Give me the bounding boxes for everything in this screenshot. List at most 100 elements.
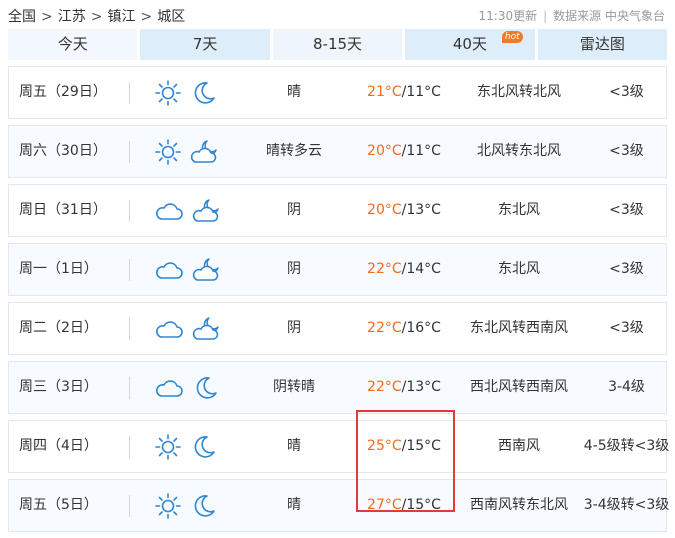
day-label: 周日（31日） — [19, 202, 107, 218]
wind-level: 4-5级转<3级 — [583, 438, 670, 454]
breadcrumb: 全国 > 江苏 > 镇江 > 城区 — [8, 6, 185, 26]
cloud-icon — [154, 374, 184, 402]
tab-8-15-days[interactable]: 8-15天 — [272, 29, 403, 60]
forecast-row: 周一（1日） 阴 22°C/14°C 东北风 <3级 — [8, 243, 667, 296]
weather-description: 晴 — [287, 438, 301, 454]
wind-level: 3-4级转<3级 — [583, 497, 670, 513]
weather-icons — [154, 126, 234, 177]
divider — [129, 377, 130, 399]
forecast-row: 周五（29日） 晴 21°C/11°C 东北风转北风 <3级 — [8, 66, 667, 119]
weather-description: 阴 — [287, 202, 301, 218]
wind-level: <3级 — [609, 143, 644, 159]
weather-description: 阴转晴 — [273, 379, 315, 395]
wind-level: <3级 — [609, 202, 644, 218]
forecast-row: 周二（2日） 阴 22°C/16°C 东北风转西南风 <3级 — [8, 302, 667, 355]
high-temperature: 22°C — [367, 261, 402, 277]
temperature-range: 22°C/14°C — [349, 244, 459, 295]
breadcrumb-separator: > — [140, 9, 153, 25]
low-temperature: /16°C — [401, 320, 441, 336]
temperature-range: 21°C/11°C — [349, 67, 459, 118]
forecast-tabs: 今天 7天 8-15天 40天 hot 雷达图 — [8, 29, 668, 60]
divider — [129, 82, 130, 104]
high-temperature: 20°C — [367, 143, 402, 159]
breadcrumb-item-district: 城区 — [157, 9, 186, 25]
forecast-row: 周三（3日） 阴转晴 22°C/13°C 西北风转西南风 3-4级 — [8, 361, 667, 414]
divider — [129, 141, 130, 163]
tab-40-days[interactable]: 40天 hot — [405, 29, 535, 60]
wind-direction: 西北风转西南风 — [470, 379, 568, 395]
weather-icons — [154, 362, 234, 413]
cloud-moon-icon — [192, 197, 222, 225]
weather-icons — [154, 185, 234, 236]
wind-direction: 东北风 — [498, 202, 540, 218]
high-temperature: 21°C — [367, 84, 402, 100]
cloud-moon-icon — [192, 315, 222, 343]
cloud-icon — [154, 197, 184, 225]
weather-icons — [154, 480, 234, 531]
cloud-icon — [154, 256, 184, 284]
breadcrumb-separator: > — [41, 9, 53, 25]
high-temperature: 22°C — [367, 320, 402, 336]
moon-icon — [192, 374, 220, 402]
low-temperature: /11°C — [401, 84, 441, 100]
day-label: 周二（2日） — [19, 320, 98, 336]
weather-description: 阴 — [287, 320, 301, 336]
temperature-range: 20°C/11°C — [349, 126, 459, 177]
wind-direction: 东北风转北风 — [477, 84, 561, 100]
breadcrumb-item-city[interactable]: 镇江 — [107, 9, 135, 25]
moon-icon — [190, 79, 218, 107]
weather-icons — [154, 67, 234, 118]
tab-radar[interactable]: 雷达图 — [537, 29, 668, 60]
cloud-moon-icon — [192, 256, 222, 284]
cloud-icon — [154, 315, 184, 343]
low-temperature: /13°C — [401, 379, 441, 395]
update-info: 11:30更新 | 数据来源 中央气象台 — [479, 7, 665, 24]
weather-description: 晴 — [287, 497, 301, 513]
tab-7-days[interactable]: 7天 — [140, 29, 270, 60]
divider — [129, 495, 130, 517]
day-label: 周五（5日） — [19, 497, 98, 513]
temperature-highlight-box — [356, 410, 455, 512]
wind-level: <3级 — [609, 84, 644, 100]
divider — [129, 318, 130, 340]
tab-40-days-label: 40天 — [452, 35, 487, 53]
forecast-row: 周五（5日）晴 27°C/15°C 西南风转东北风 3-4级转<3级 — [8, 479, 669, 532]
forecast-row: 周六（30日） 晴转多云 20°C/11°C 北风转东北风 <3级 — [8, 125, 667, 178]
wind-direction: 北风转东北风 — [477, 143, 561, 159]
wind-level: <3级 — [609, 261, 644, 277]
update-time: 11:30更新 — [478, 9, 538, 23]
wind-level: 3-4级 — [608, 379, 645, 395]
breadcrumb-item-country[interactable]: 全国 — [8, 9, 36, 25]
weather-icons — [154, 303, 234, 354]
day-label: 周四（4日） — [19, 438, 98, 454]
weather-icons — [154, 244, 234, 295]
top-bar: 全国 > 江苏 > 镇江 > 城区 11:30更新 | 数据来源 中央气象台 — [0, 0, 675, 28]
low-temperature: /11°C — [401, 143, 441, 159]
forecast-list: 周五（29日）晴 21°C/11°C 东北风转北风 <3级 周六（30日） 晴转多云 20°… — [8, 66, 669, 538]
weather-icons — [154, 421, 234, 472]
wind-level: <3级 — [609, 320, 644, 336]
wind-direction: 东北风转西南风 — [470, 320, 568, 336]
data-source: 数据来源 中央气象台 — [553, 9, 665, 23]
moon-icon — [190, 433, 218, 461]
sun-icon — [154, 433, 182, 461]
cloud-moon-icon — [190, 138, 220, 166]
divider — [129, 436, 130, 458]
weather-description: 晴转多云 — [266, 143, 322, 159]
sun-icon — [154, 79, 182, 107]
temperature-range: 22°C/16°C — [349, 303, 459, 354]
forecast-row: 周四（4日）晴 25°C/15°C 西南风 4-5级转<3级 — [8, 420, 669, 473]
high-temperature: 22°C — [367, 379, 402, 395]
wind-direction: 西南风转东北风 — [470, 497, 568, 513]
divider: | — [543, 9, 548, 23]
divider — [129, 259, 130, 281]
wind-direction: 东北风 — [498, 261, 540, 277]
high-temperature: 20°C — [367, 202, 402, 218]
wind-direction: 西南风 — [498, 438, 540, 454]
hot-badge: hot — [501, 31, 523, 43]
low-temperature: /13°C — [401, 202, 441, 218]
breadcrumb-item-province[interactable]: 江苏 — [58, 9, 86, 25]
tab-today[interactable]: 今天 — [8, 29, 138, 60]
sun-icon — [154, 492, 182, 520]
moon-icon — [190, 492, 218, 520]
